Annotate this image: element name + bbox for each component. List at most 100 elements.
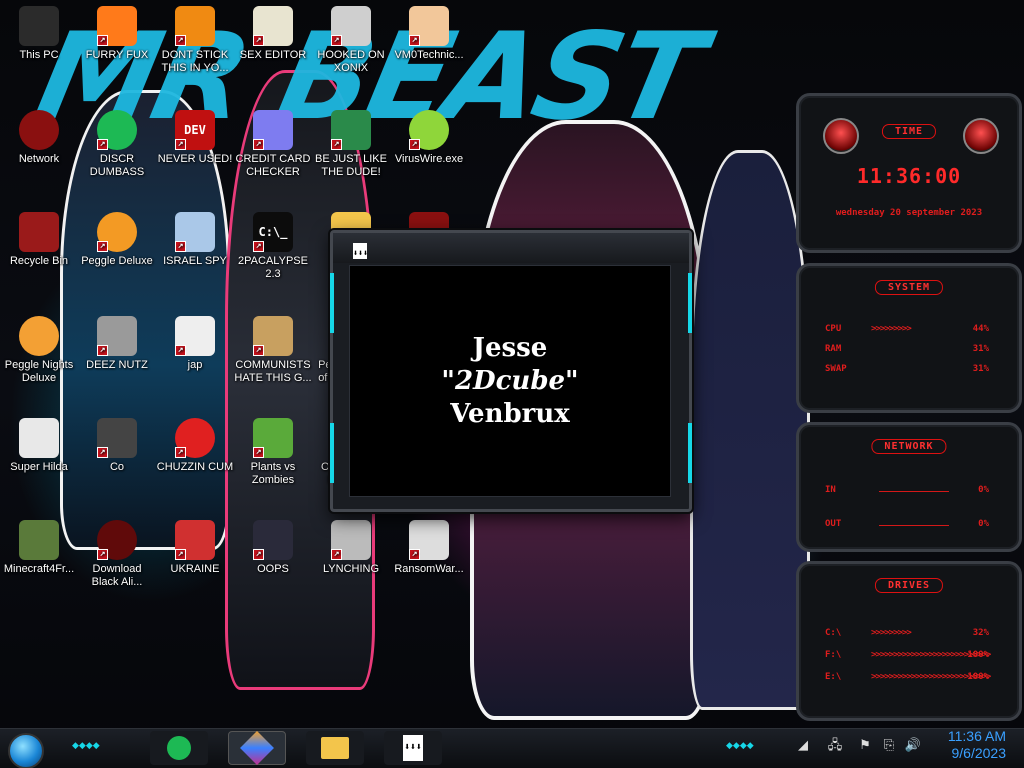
taskbar-explorer-button[interactable] — [306, 731, 364, 765]
desktop-icon-label: This PC — [19, 49, 59, 61]
drives-gadget[interactable]: DRIVES C:\ >>>>>>>>> 32% F:\ >>>>>>>>>>>>>>>… — [796, 561, 1022, 721]
desktop-icon-label: ISRAEL SPY — [163, 255, 227, 267]
shortcut-arrow-icon: ↗ — [253, 35, 264, 46]
desktop-icon[interactable]: ↗ ISRAEL SPY — [156, 212, 234, 268]
shortcut-arrow-icon: ↗ — [331, 139, 342, 150]
pvz-icon: ↗ — [253, 418, 293, 458]
network-status-icon[interactable]: 🖧 — [826, 736, 844, 754]
desktop-icon[interactable]: ↗ CHUZZIN CUM — [156, 418, 234, 474]
taskbar-clock[interactable]: 11:36 AM 9/6/2023 — [948, 728, 1006, 762]
desktop-icon[interactable]: ↗ DISCR DUMBASS — [78, 110, 156, 179]
shortcut-arrow-icon: ↗ — [175, 345, 186, 356]
desktop-icon-label: VirusWire.exe — [394, 153, 464, 165]
desktop-icon[interactable]: Network — [0, 110, 78, 166]
network-graph-line — [879, 491, 949, 492]
desktop-icon-label: Network — [18, 153, 60, 165]
drives-row: E:\ >>>>>>>>>>>>>>>>>>>>>>>>>>> 100% — [825, 672, 991, 684]
taskbar-time: 11:36 AM — [947, 728, 1006, 744]
desktop-icon[interactable]: ↗ Plants vs Zombies — [234, 418, 312, 487]
desktop-icon[interactable]: ↗ DEEZ NUTZ — [78, 316, 156, 372]
popup-nickname: "2Dcube" — [441, 365, 579, 396]
desktop-icon[interactable]: C:\_ ↗ 2PACALYPSE 2.3 — [234, 212, 312, 281]
taskbar-accent-icon: ◆◆◆◆ — [726, 740, 754, 750]
shortcut-arrow-icon: ↗ — [409, 549, 420, 560]
desktop-icon[interactable]: ↗ VM0Technic... — [390, 6, 468, 62]
desktop-icon[interactable]: ↗ VirusWire.exe — [390, 110, 468, 166]
desktop-icon[interactable]: ↗ OOPS — [234, 520, 312, 576]
shortcut-arrow-icon: ↗ — [331, 35, 342, 46]
desktop-icon[interactable]: Peggle Nights Deluxe — [0, 316, 78, 385]
network-gadget-title: NETWORK — [871, 439, 947, 454]
drives-row: F:\ >>>>>>>>>>>>>>>>>>>>>>>>>>> 100% — [825, 650, 991, 662]
desktop-icon[interactable]: Recycle Bin — [0, 212, 78, 268]
wallpaper-figure-4 — [690, 150, 810, 710]
network-value: 0% — [978, 485, 989, 495]
hex-editor-icon: ↗ — [253, 6, 293, 46]
show-hidden-icons-icon[interactable]: ◢ — [794, 736, 812, 754]
desktop-icon-label: FURRY FUX — [85, 49, 149, 61]
desktop-icon[interactable]: ↗ Download Black Ali... — [78, 520, 156, 589]
taskbar-document-button[interactable]: ⬇⬇⬇ — [384, 731, 442, 765]
desktop-icon[interactable]: ↗ HOOKED ON XONIX — [312, 6, 390, 75]
desktop-icon[interactable]: ↗ SEX EDITOR — [234, 6, 312, 62]
drives-label: E:\ — [825, 672, 842, 682]
minecraft-icon — [19, 520, 59, 560]
shortcut-arrow-icon: ↗ — [97, 549, 108, 560]
desktop-icon-label: NEVER USED! — [157, 153, 233, 165]
desktop-icon[interactable]: ↗ jap — [156, 316, 234, 372]
taskbar-spotify-button[interactable] — [150, 731, 208, 765]
splash-popup[interactable]: ⬇⬇⬇ Jesse "2Dcube" Venbrux — [330, 230, 692, 512]
drives-bar: >>>>>>>>> — [871, 628, 912, 638]
system-label: RAM — [825, 344, 842, 354]
flag-icon[interactable]: ⚑ — [856, 736, 874, 754]
desktop-icon[interactable]: ↗ Co — [78, 418, 156, 474]
popup-name-first: Jesse — [472, 332, 548, 363]
desktop-icon[interactable]: ↗ RansomWar... — [390, 520, 468, 576]
time-gadget[interactable]: TIME 11:36:00 wednesday 20 september 202… — [796, 93, 1022, 253]
desktop-icon-label: CHUZZIN CUM — [156, 461, 234, 473]
desktop-icon[interactable]: ↗ BE JUST LIKE THE DUDE! — [312, 110, 390, 179]
gadget-clock: 11:36:00 — [856, 164, 962, 188]
desktop-icon[interactable]: ↗ LYNCHING — [312, 520, 390, 576]
shortcut-arrow-icon: ↗ — [253, 447, 264, 458]
desktop-icon[interactable]: ↗ CREDIT CARD CHECKER — [234, 110, 312, 179]
shortcut-arrow-icon: ↗ — [175, 447, 186, 458]
shortcut-arrow-icon: ↗ — [97, 139, 108, 150]
desktop-icon[interactable]: ↗ DONT STICK THIS IN YO... — [156, 6, 234, 75]
shortcut-arrow-icon: ↗ — [97, 345, 108, 356]
doctor-icon: ↗ — [409, 6, 449, 46]
desktop-icon-label: COMMUNISTS HATE THIS G... — [234, 359, 312, 384]
desktop-icon-label: SEX EDITOR — [239, 49, 307, 61]
desktop-icon[interactable]: ↗ UKRAINE — [156, 520, 234, 576]
shortcut-arrow-icon: ↗ — [253, 345, 264, 356]
popup-titlebar[interactable] — [333, 233, 689, 263]
desktop-icon[interactable]: ↗ Peggle Deluxe — [78, 212, 156, 268]
desktop-icon[interactable]: Minecraft4Fr... — [0, 520, 78, 576]
desktop-icon-label: BE JUST LIKE THE DUDE! — [315, 153, 387, 178]
system-row: CPU >>>>>>>>> 44% — [825, 324, 989, 336]
taskbar-media-button[interactable] — [228, 731, 286, 765]
lime-icon: ↗ — [409, 110, 449, 150]
alien-icon: ↗ — [97, 520, 137, 560]
chuzzle-icon: ↗ — [175, 418, 215, 458]
alien-network-icon — [19, 110, 59, 150]
popup-accent-left-2 — [330, 423, 334, 483]
start-button[interactable] — [8, 733, 44, 768]
desktop-icon[interactable]: DEV ↗ NEVER USED! — [156, 110, 234, 166]
desktop-icon-label: DEEZ NUTZ — [86, 359, 148, 371]
drives-gadget-title: DRIVES — [874, 578, 944, 593]
network-icon[interactable]: ⎘ — [880, 736, 898, 754]
network-gadget[interactable]: NETWORK IN 0% OUT 0% — [796, 422, 1022, 552]
icon-badge-text: C:\_ — [258, 224, 288, 239]
desktop-icon[interactable]: ↗ COMMUNISTS HATE THIS G... — [234, 316, 312, 385]
desktop-icon-label: Minecraft4Fr... — [3, 563, 75, 575]
desktop-icon[interactable]: ↗ FURRY FUX — [78, 6, 156, 62]
desktop-icon-label: Plants vs Zombies — [250, 461, 296, 486]
volume-icon[interactable]: 🔊 — [904, 736, 922, 754]
drives-value: 100% — [967, 672, 989, 682]
system-gadget[interactable]: SYSTEM CPU >>>>>>>>> 44% RAM 31% SWAP 31% — [796, 263, 1022, 413]
shortcut-arrow-icon: ↗ — [175, 139, 186, 150]
desktop-icon[interactable]: Super Hilda — [0, 418, 78, 474]
system-bar: >>>>>>>>> — [871, 324, 912, 334]
desktop-icon[interactable]: This PC — [0, 6, 78, 62]
